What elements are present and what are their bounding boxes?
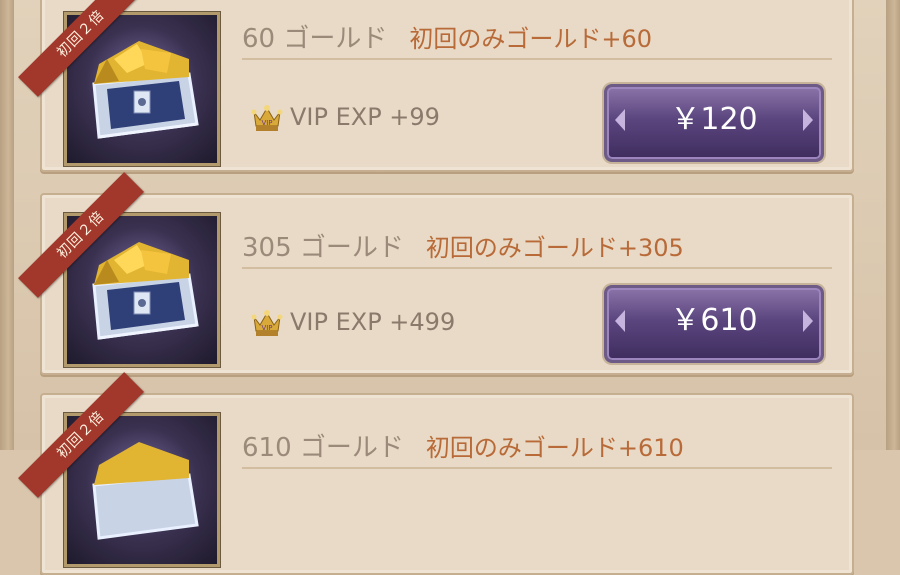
buy-button[interactable]: ￥610 <box>604 285 824 363</box>
vip-exp-label: VIP EXP +499 <box>290 308 456 336</box>
vip-exp-label: VIP EXP +99 <box>290 103 440 131</box>
left-frame-border <box>0 0 14 450</box>
product-title-row: 60 ゴールド 初回のみゴールド+60 <box>242 18 832 60</box>
vip-icon-text: VIP <box>261 324 272 332</box>
treasure-chest-icon <box>92 442 199 540</box>
buy-button[interactable]: ￥120 <box>604 84 824 162</box>
treasure-chest-icon <box>92 41 199 139</box>
vip-exp-row: VIP VIP EXP +99 <box>250 100 440 134</box>
vip-icon-text: VIP <box>261 119 272 127</box>
right-frame-border <box>886 0 900 450</box>
first-bonus-label: 初回のみゴールド+60 <box>409 25 653 53</box>
product-card: 初回２倍 305 ゴールド 初回のみゴールド+305 VIP VIP EXP +… <box>18 172 854 375</box>
gold-amount-label: 60 ゴールド <box>242 24 388 54</box>
treasure-chest-icon <box>92 242 199 340</box>
vip-crown-icon: VIP <box>251 105 283 131</box>
first-bonus-label: 初回のみゴールド+305 <box>425 234 684 262</box>
product-title-row: 305 ゴールド 初回のみゴールド+305 <box>242 227 832 269</box>
shop-list: 初回２倍 60 ゴールド 初回のみゴールド+60 VIP VIP EXP +99… <box>0 0 900 575</box>
first-bonus-label: 初回のみゴールド+610 <box>425 434 684 462</box>
gold-amount-label: 610 ゴールド <box>242 433 404 463</box>
gold-amount-label: 305 ゴールド <box>242 233 404 263</box>
product-title-row: 610 ゴールド 初回のみゴールド+610 <box>242 427 832 469</box>
product-card: 初回２倍 60 ゴールド 初回のみゴールド+60 VIP VIP EXP +99… <box>18 0 854 172</box>
vip-exp-row: VIP VIP EXP +499 <box>250 305 455 339</box>
vip-crown-icon: VIP <box>251 310 283 336</box>
product-card: 初回２倍 610 ゴールド 初回のみゴールド+610 <box>18 372 854 575</box>
